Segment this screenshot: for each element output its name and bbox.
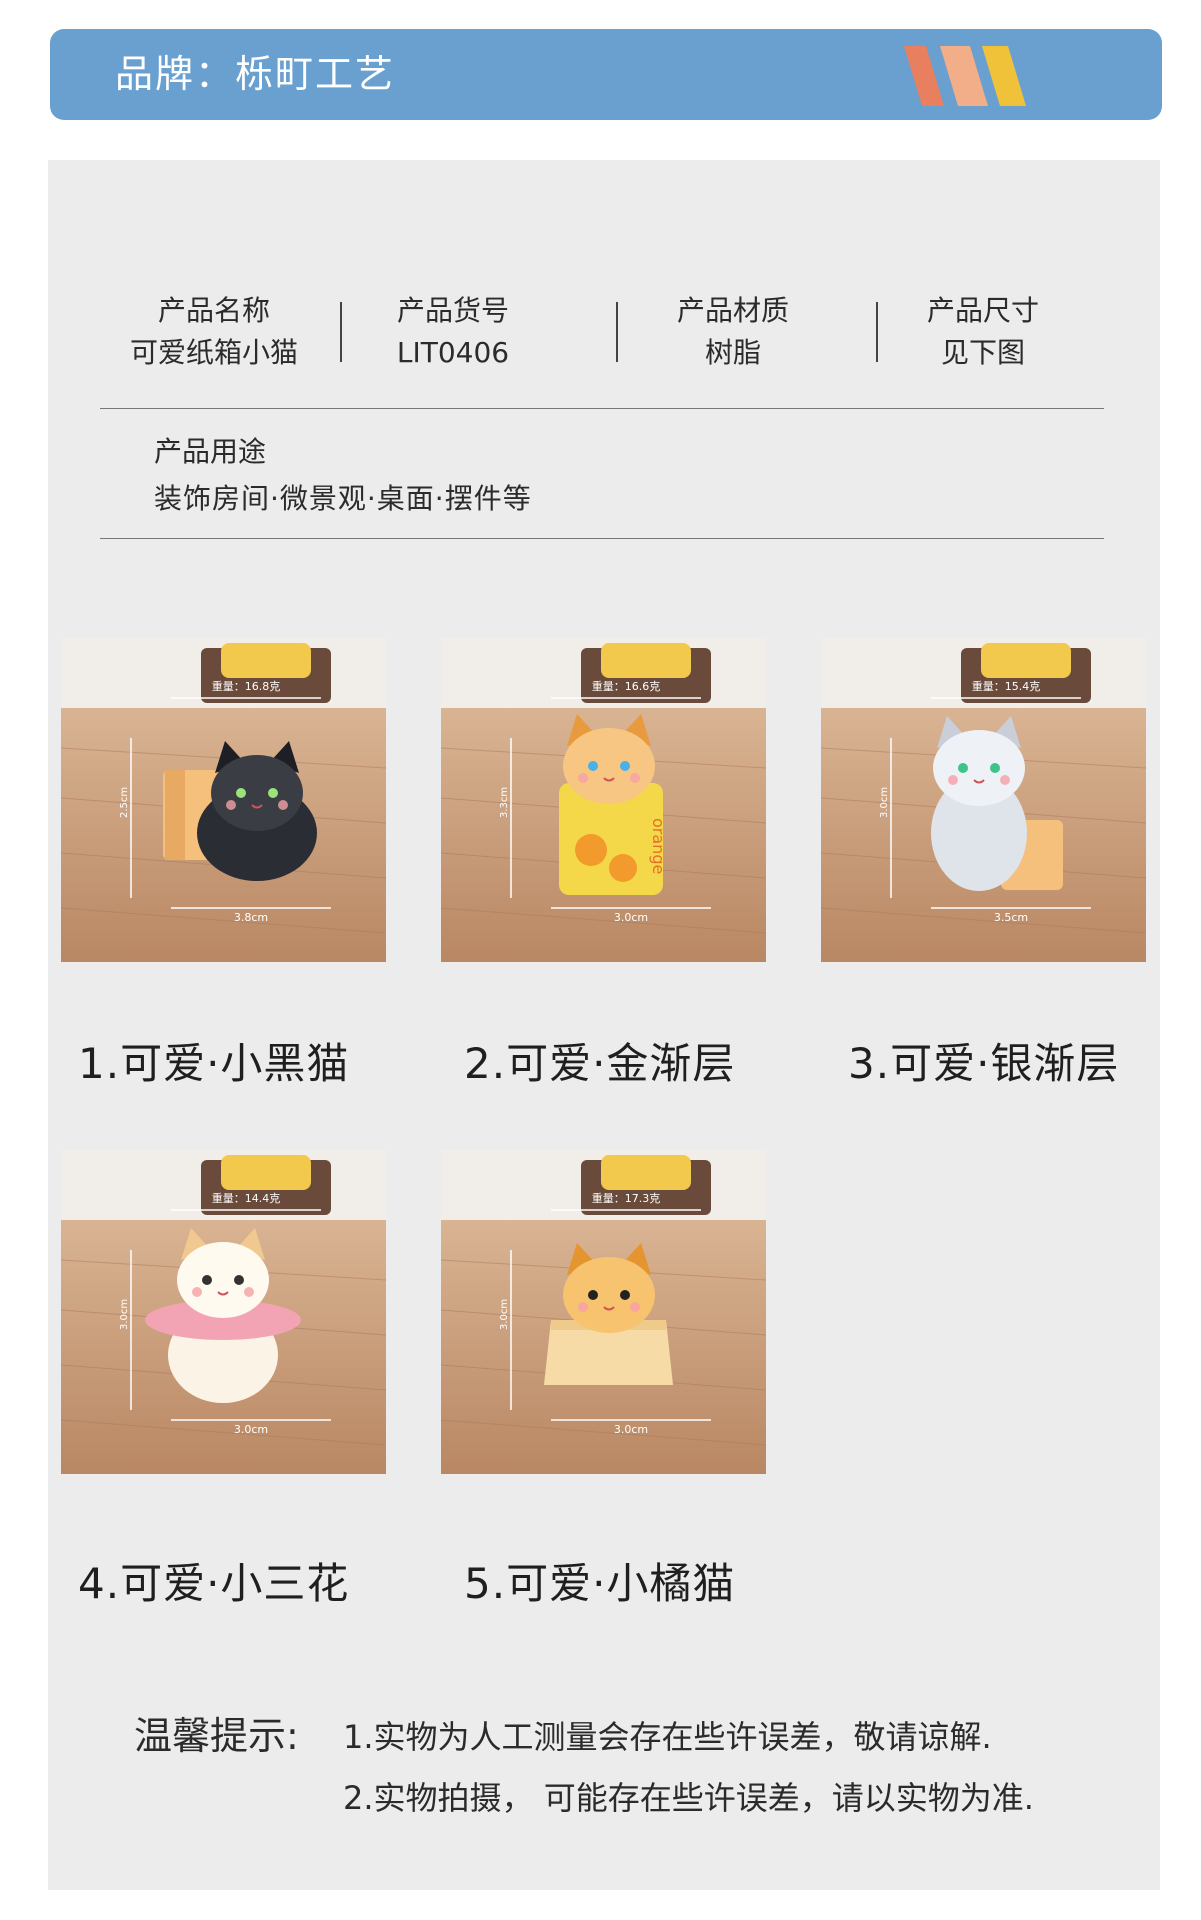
- svg-text:3.0cm: 3.0cm: [614, 911, 648, 924]
- svg-text:3.0cm: 3.0cm: [879, 787, 890, 818]
- spec-value: 树脂: [704, 336, 761, 369]
- svg-text:3.3cm: 3.3cm: [499, 787, 510, 818]
- svg-text:重量：15.4克: 重量：15.4克: [972, 679, 1041, 693]
- usage-value: 装饰房间·微景观·桌面·摆件等: [154, 482, 532, 515]
- brand-banner: 品牌：栎町工艺: [50, 29, 1162, 120]
- svg-text:重量：16.8克: 重量：16.8克: [212, 679, 281, 693]
- product-photo: 重量：15.4克 3.0cm 3.5cm: [821, 638, 1146, 962]
- spec-value: 可爱纸箱小猫: [129, 336, 298, 369]
- svg-text:3.0cm: 3.0cm: [234, 1423, 268, 1436]
- content-panel: 产品名称 可爱纸箱小猫 产品货号 LIT0406 产品材质 树脂 产品尺寸 见下…: [48, 160, 1160, 1890]
- tip-line: 2.实物拍摄， 可能存在些许误差，请以实物为准.: [343, 1779, 1034, 1817]
- svg-text:3.0cm: 3.0cm: [614, 1423, 648, 1436]
- product-caption: 2.可爱·金渐层: [464, 1039, 736, 1088]
- svg-text:3.5cm: 3.5cm: [994, 911, 1028, 924]
- svg-text:重量：16.6克: 重量：16.6克: [592, 679, 661, 693]
- svg-text:2.5cm: 2.5cm: [119, 787, 130, 818]
- spec-divider: [340, 302, 342, 362]
- spec-size: 产品尺寸 见下图: [908, 290, 1058, 374]
- svg-text:重量：14.4克: 重量：14.4克: [212, 1191, 281, 1205]
- spec-divider: [876, 302, 878, 362]
- product-caption: 5.可爱·小橘猫: [464, 1559, 736, 1608]
- svg-text:orange: orange: [649, 818, 668, 874]
- divider-line: [100, 538, 1104, 539]
- spec-label: 产品材质: [676, 294, 789, 327]
- svg-text:3.8cm: 3.8cm: [234, 911, 268, 924]
- product-photo: 重量：16.6克 3.3cm 3.0cm orange: [441, 638, 766, 962]
- spec-label: 产品名称: [157, 294, 270, 327]
- tips-label: 温馨提示:: [134, 1714, 299, 1758]
- tip-line: 1.实物为人工测量会存在些许误差，敬请谅解.: [343, 1718, 992, 1756]
- spec-divider: [616, 302, 618, 362]
- stripes-decoration: [904, 46, 1026, 106]
- spec-value: LIT0406: [396, 336, 510, 369]
- brand-text: 品牌：栎町工艺: [115, 52, 396, 96]
- spec-value: 见下图: [940, 336, 1025, 369]
- svg-text:3.0cm: 3.0cm: [499, 1299, 510, 1330]
- divider-line: [100, 408, 1104, 409]
- spec-material: 产品材质 树脂: [658, 290, 808, 374]
- product-caption: 3.可爱·银渐层: [848, 1039, 1120, 1088]
- spec-label: 产品货号: [396, 294, 509, 327]
- spec-sku: 产品货号 LIT0406: [378, 290, 528, 374]
- product-photo: 重量：17.3克 3.0cm 3.0cm: [441, 1150, 766, 1474]
- product-caption: 4.可爱·小三花: [78, 1559, 350, 1608]
- product-photo: 重量：16.8克 2.5cm 3.8cm: [61, 638, 386, 962]
- usage-label: 产品用途: [154, 435, 267, 468]
- spec-name: 产品名称 可爱纸箱小猫: [124, 290, 304, 374]
- product-photo: 重量：14.4克 3.0cm 3.0cm: [61, 1150, 386, 1474]
- svg-text:重量：17.3克: 重量：17.3克: [592, 1191, 661, 1205]
- product-caption: 1.可爱·小黑猫: [78, 1039, 350, 1088]
- spec-label: 产品尺寸: [926, 294, 1039, 327]
- svg-text:3.0cm: 3.0cm: [119, 1299, 130, 1330]
- spec-row: 产品名称 可爱纸箱小猫 产品货号 LIT0406 产品材质 树脂 产品尺寸 见下…: [48, 290, 1160, 410]
